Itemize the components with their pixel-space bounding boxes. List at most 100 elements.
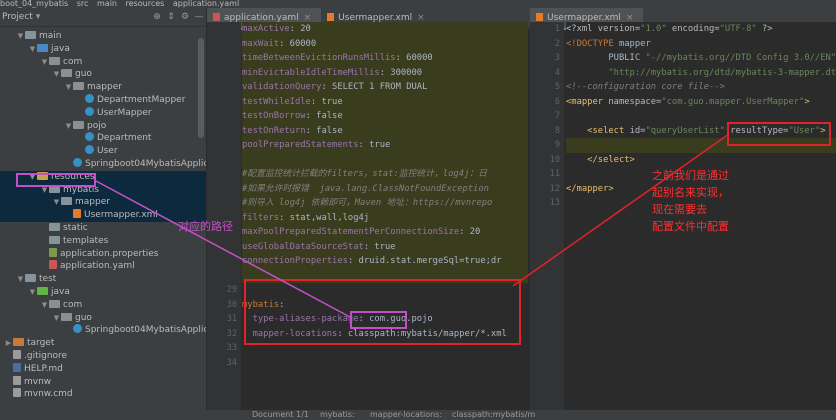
code-line[interactable]: poolPreparedStatements: true <box>242 138 528 153</box>
code-line[interactable]: maxActive: 20 <box>242 22 528 37</box>
locate-icon[interactable]: ⊕ <box>150 12 164 22</box>
tree-item-label: com <box>63 299 83 310</box>
code-line[interactable]: testOnReturn: false <box>242 123 528 138</box>
tree-item[interactable]: mvnw <box>0 375 206 389</box>
status-bar: Document 1/1 mybatis: mapper-locations: … <box>0 410 836 420</box>
tree-item[interactable]: Springboot04MybatisApplication <box>0 158 206 171</box>
chevron-icon[interactable]: ▼ <box>52 68 61 81</box>
tree-item[interactable]: HELP.md <box>0 362 206 376</box>
code-line[interactable] <box>242 152 528 167</box>
code-line[interactable]: validationQuery: SELECT 1 FROM DUAL <box>242 80 528 95</box>
tree-item[interactable]: ▼ test <box>0 273 206 286</box>
code-line[interactable]: #则导入 log4j 依赖即可，Maven 地址：https://mvnrepo <box>242 196 528 211</box>
tree-item[interactable]: Department <box>0 132 206 145</box>
code-line[interactable]: maxPoolPreparedStatementPerConnectionSiz… <box>242 225 528 240</box>
code-line[interactable]: <?xml version="1.0" encoding="UTF-8" ?> <box>566 22 836 37</box>
tree-item[interactable]: ▼ guo <box>0 312 206 325</box>
status-crumb[interactable]: mapper-locations: <box>370 410 442 420</box>
folder-icon <box>25 31 36 39</box>
code-token: PUBLIC <box>566 53 646 63</box>
code-line[interactable]: <!--configuration core file--> <box>566 80 836 95</box>
breadcrumb: boot_04_mybatis src main resources appli… <box>0 0 836 8</box>
folder-icon <box>49 235 60 244</box>
project-panel-title[interactable]: Project <box>2 12 33 22</box>
tree-item[interactable]: DepartmentMapper <box>0 94 206 107</box>
chevron-icon[interactable]: ▼ <box>40 299 49 312</box>
code-line[interactable]: <!DOCTYPE mapper <box>566 37 836 52</box>
breadcrumb-item[interactable]: application.yaml <box>173 0 239 8</box>
gear-icon[interactable]: ⚙ <box>178 12 192 22</box>
line-number <box>207 95 241 110</box>
yaml-editor[interactable]: maxActive: 20 maxWait: 60000 timeBetweenEv… <box>242 22 528 410</box>
tree-item[interactable]: mvnw.cmd <box>0 388 206 401</box>
tree-item[interactable]: User <box>0 145 206 158</box>
code-line[interactable]: "http://mybatis.org/dtd/mybatis-3-mapper… <box>566 66 836 81</box>
code-token: validationQuery <box>242 82 322 92</box>
chevron-icon[interactable]: ▼ <box>16 273 25 286</box>
chevron-icon[interactable]: ▶ <box>4 337 13 350</box>
code-line[interactable]: timeBetweenEvictionRunsMillis: 60000 <box>242 51 528 66</box>
code-line[interactable]: filters: stat,wall,log4j <box>242 210 528 225</box>
tree-item[interactable]: ▼ java <box>0 286 206 299</box>
hide-icon[interactable]: — <box>192 12 206 22</box>
tree-item[interactable]: ▼ main <box>0 30 206 43</box>
explanation-line: 之前我们是通过 <box>652 169 729 182</box>
file-icon <box>13 375 21 385</box>
tree-item[interactable]: ▼ pojo <box>0 120 206 133</box>
code-line[interactable]: PUBLIC "-//mybatis.org//DTD Config 3.0//… <box>566 51 836 66</box>
dropdown-icon[interactable]: ▾ <box>36 12 41 22</box>
tree-item[interactable]: templates <box>0 235 206 248</box>
xml-icon <box>73 209 81 219</box>
code-token: : SELECT 1 FROM DUAL <box>321 82 428 92</box>
tree-item[interactable]: ▼ mapper <box>0 81 206 94</box>
class-icon <box>85 145 94 155</box>
breadcrumb-item[interactable]: boot_04_mybatis <box>0 0 68 8</box>
tree-item[interactable]: ▼ java <box>0 43 206 56</box>
code-token: namespace= <box>608 96 662 107</box>
line-number <box>207 80 241 95</box>
status-crumb[interactable]: classpath:mybatis/m <box>452 410 535 420</box>
breadcrumb-item[interactable]: resources <box>126 0 165 8</box>
project-panel: Project ▾ ⊕ ⇕ ⚙ — ▼ main ▼ java ▼ com ▼ guo ▼ map… <box>0 8 207 410</box>
code-line[interactable]: #配置监控统计拦截的filters，stat:监控统计，log4j：日 <box>242 167 528 182</box>
tree-item[interactable]: Usermapper.xml <box>0 209 206 223</box>
status-crumb[interactable]: mybatis: <box>320 410 355 420</box>
tree-item-label: main <box>39 31 62 41</box>
code-line[interactable]: connectionProperties: druid.stat.mergeSq… <box>242 254 528 269</box>
project-scrollbar[interactable] <box>198 38 204 138</box>
tree-item-label: Department <box>97 133 152 144</box>
tree-item[interactable]: application.yaml <box>0 260 206 273</box>
chevron-icon[interactable]: ▼ <box>64 120 73 133</box>
tree-item[interactable]: application.properties <box>0 247 206 261</box>
yml-icon <box>49 260 57 270</box>
code-line[interactable]: maxWait: 60000 <box>242 36 528 51</box>
code-line[interactable]: </select> <box>566 153 836 168</box>
code-line[interactable]: testOnBorrow: false <box>242 109 528 124</box>
tree-item-label: application.properties <box>60 248 159 259</box>
chevron-icon[interactable]: ▼ <box>16 30 25 43</box>
chevron-icon[interactable]: ▼ <box>28 43 37 56</box>
tree-item[interactable]: UserMapper <box>0 106 206 120</box>
code-line[interactable]: useGlobalDataSourceStat: true <box>242 239 528 254</box>
collapse-icon[interactable]: ⇕ <box>164 12 178 22</box>
tree-item[interactable]: ▼ mapper <box>0 196 206 210</box>
chevron-icon[interactable]: ▼ <box>28 286 37 299</box>
tree-item[interactable]: Springboot04MybatisApplication <box>0 324 206 337</box>
tree-item[interactable]: ▶ target <box>0 337 206 350</box>
tree-item[interactable]: ▼ com <box>0 299 206 312</box>
code-line[interactable]: minEvictableIdleTimeMillis: 300000 <box>242 65 528 80</box>
code-line[interactable]: testWhileIdle: true <box>242 94 528 109</box>
breadcrumb-item[interactable]: main <box>97 0 117 8</box>
chevron-icon[interactable]: ▼ <box>52 196 61 209</box>
tree-item[interactable]: .gitignore <box>0 350 206 363</box>
chevron-icon[interactable]: ▼ <box>64 81 73 94</box>
tree-item[interactable]: ▼ guo <box>0 68 206 81</box>
tree-item[interactable]: static <box>0 222 206 235</box>
tree-item[interactable]: ▼ com <box>0 56 206 69</box>
code-line[interactable]: <mapper namespace="com.guo.mapper.UserMa… <box>566 95 836 110</box>
breadcrumb-item[interactable]: src <box>77 0 89 8</box>
chevron-icon[interactable]: ▼ <box>40 56 49 69</box>
chevron-icon[interactable]: ▼ <box>52 312 61 325</box>
code-line[interactable]: #如果允许时报错 java.lang.ClassNotFoundExceptio… <box>242 181 528 196</box>
code-line[interactable] <box>242 356 528 371</box>
